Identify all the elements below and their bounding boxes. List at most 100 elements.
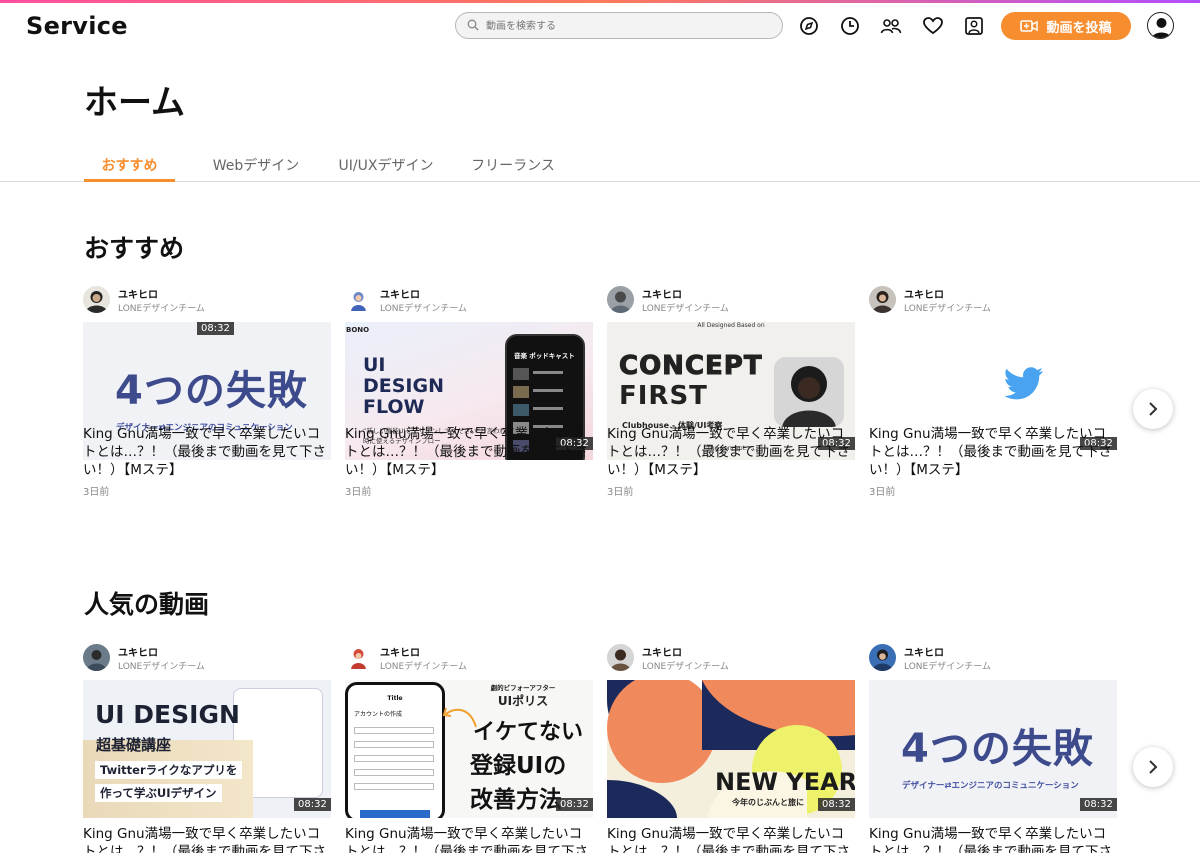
phone-title: Title <box>387 695 403 702</box>
chevron-right-icon <box>1149 402 1158 416</box>
video-card[interactable]: ユキヒロ LONEデザインチーム 4つの失敗 デザイナー⇄エンジニアのコミュニケ… <box>83 284 331 544</box>
tab-uiux-design[interactable]: UI/UXデザイン <box>328 155 444 182</box>
duration-badge: 08:32 <box>197 322 234 335</box>
carousel-next-button[interactable] <box>1133 389 1173 429</box>
author-info: ユキヒロ LONEデザインチーム <box>345 284 593 316</box>
posted-time: 3日前 <box>83 487 110 498</box>
video-title[interactable]: King Gnu満場一致で早く卒業したいコトとは…？！（最後まで動画を見て下さい… <box>869 425 1117 479</box>
search-icon <box>467 19 479 31</box>
author-name[interactable]: ユキヒロ <box>642 644 682 659</box>
author-name[interactable]: ユキヒロ <box>118 644 158 659</box>
twitter-bird-icon <box>1005 367 1043 400</box>
thumbnail-line-3: 改善方法 <box>470 787 562 813</box>
video-title[interactable]: King Gnu満場一致で早く卒業したいコトとは…？！（最後まで動画を見て下さい… <box>83 825 331 853</box>
thumbnail-heading: 4つの失敗 <box>901 726 1094 772</box>
section-title-recommended: おすすめ <box>84 234 185 263</box>
phone-title: 音楽 ポッドキャスト <box>514 352 575 360</box>
portrait-image <box>774 357 844 427</box>
author-name[interactable]: ユキヒロ <box>904 286 944 301</box>
author-info: ユキヒロ LONEデザインチーム <box>607 642 855 674</box>
author-name[interactable]: ユキヒロ <box>642 286 682 301</box>
author-team: LONEデザインチーム <box>380 662 467 672</box>
thumbnail-line-2: 作って学ぶUIデザイン <box>95 784 222 802</box>
author-info: ユキヒロ LONEデザインチーム <box>83 642 331 674</box>
thumbnail-badge-top: 劇的ビフォーアフター <box>490 684 556 692</box>
author-avatar[interactable] <box>869 644 896 671</box>
thumbnail-heading: 4つの失敗 <box>115 368 308 414</box>
author-avatar[interactable] <box>607 286 634 313</box>
search-box[interactable] <box>455 12 783 39</box>
video-card[interactable]: ユキヒロ LONEデザインチーム UI DESIGN 超基礎講座 Twitter… <box>83 642 331 853</box>
video-card[interactable]: ユキヒロ LONEデザインチーム All Designed Based on C… <box>607 284 855 544</box>
profile-icon[interactable] <box>963 15 985 37</box>
duration-badge: 08:32 <box>294 798 331 811</box>
author-info: ユキヒロ LONEデザインチーム <box>869 642 1117 674</box>
duration-badge: 08:32 <box>818 798 855 811</box>
thumbnail-subtext: 超基礎講座 <box>96 736 172 754</box>
author-name[interactable]: ユキヒロ <box>118 286 158 301</box>
tab-freelance[interactable]: フリーランス <box>462 155 564 182</box>
thumbnail-heading: NEW YEAR <box>715 768 855 796</box>
section-title-popular: 人気の動画 <box>84 590 210 619</box>
author-info: ユキヒロ LONEデザインチーム <box>607 284 855 316</box>
video-camera-icon <box>1020 20 1039 32</box>
search-input[interactable] <box>486 17 766 35</box>
video-card[interactable]: ユキヒロ LONEデザインチーム 08:32 King Gnu満場一致で早く卒業… <box>869 284 1117 544</box>
author-avatar[interactable] <box>869 286 896 313</box>
history-icon[interactable] <box>839 15 861 37</box>
thumbnail-subtext: デザイナー⇄エンジニアのコミュニケーション <box>902 781 1079 791</box>
video-title[interactable]: King Gnu満場一致で早く卒業したいコトとは…？！（最後まで動画を見て下さい… <box>607 825 855 853</box>
tab-web-design[interactable]: Webデザイン <box>203 155 309 182</box>
video-title[interactable]: King Gnu満場一致で早く卒業したいコトとは…？！（最後まで動画を見て下さい… <box>345 825 593 853</box>
user-avatar[interactable] <box>1147 12 1174 39</box>
author-avatar[interactable] <box>345 644 372 671</box>
author-team: LONEデザインチーム <box>118 662 205 672</box>
author-name[interactable]: ユキヒロ <box>380 286 420 301</box>
people-icon[interactable] <box>880 15 902 37</box>
author-team: LONEデザインチーム <box>118 304 205 314</box>
thumbnail-heading: UI DESIGN FLOW <box>363 354 445 418</box>
heart-icon[interactable] <box>922 15 944 37</box>
author-info: ユキヒロ LONEデザインチーム <box>345 642 593 674</box>
author-name[interactable]: ユキヒロ <box>380 644 420 659</box>
posted-time: 3日前 <box>869 487 896 498</box>
video-title[interactable]: King Gnu満場一致で早く卒業したいコトとは…？！（最後まで動画を見て下さい… <box>83 425 331 479</box>
author-info: ユキヒロ LONEデザインチーム <box>83 284 331 316</box>
phone-mockup: Title アカウントの作成 <box>345 682 445 818</box>
thumbnail-top-text: All Designed Based on <box>697 322 765 329</box>
form-heading: アカウントの作成 <box>354 711 403 718</box>
author-team: LONEデザインチーム <box>380 304 467 314</box>
carousel-next-button[interactable] <box>1133 747 1173 787</box>
thumbnail-badge: UIポリス <box>497 694 549 708</box>
video-title[interactable]: King Gnu満場一致で早く卒業したいコトとは…？！（最後まで動画を見て下さい… <box>869 825 1117 853</box>
compass-icon[interactable] <box>798 15 820 37</box>
duration-badge: 08:32 <box>1080 798 1117 811</box>
author-avatar[interactable] <box>345 286 372 313</box>
video-card[interactable]: ユキヒロ LONEデザインチーム 4つの失敗 デザイナー⇄エンジニアのコミュニケ… <box>869 642 1117 853</box>
author-avatar[interactable] <box>83 286 110 313</box>
video-card[interactable]: ユキヒロ LONEデザインチーム NEW YEAR 今年のじぶんと旅に 08:3… <box>607 642 855 853</box>
tab-recommended[interactable]: おすすめ <box>84 155 175 182</box>
thumbnail-heading: UI DESIGN <box>95 700 240 729</box>
author-team: LONEデザインチーム <box>904 662 991 672</box>
author-avatar[interactable] <box>607 644 634 671</box>
thumbnail-heading-2: FIRST <box>619 381 708 411</box>
post-video-button[interactable]: 動画を投稿 <box>1001 12 1131 40</box>
thumbnail-heading: CONCEPT <box>619 351 763 381</box>
video-title[interactable]: King Gnu満場一致で早く卒業したいコトとは…？！（最後まで動画を見て下さい… <box>607 425 855 479</box>
author-info: ユキヒロ LONEデザインチーム <box>869 284 1117 316</box>
category-tabs: おすすめ Webデザイン UI/UXデザイン フリーランス <box>0 145 1200 182</box>
author-team: LONEデザインチーム <box>642 304 729 314</box>
author-team: LONEデザインチーム <box>642 662 729 672</box>
author-avatar[interactable] <box>83 644 110 671</box>
logo[interactable]: Service <box>26 12 128 40</box>
video-card[interactable]: ユキヒロ LONEデザインチーム BONO UI DESIGN FLOW “新し… <box>345 284 593 544</box>
video-card[interactable]: ユキヒロ LONEデザインチーム Title アカウントの作成 劇的ビフォーアフ… <box>345 642 593 853</box>
video-title[interactable]: King Gnu満場一致で早く卒業したいコトとは…？！（最後まで動画を見て下さい… <box>345 425 593 479</box>
header: Service 動画を投稿 <box>0 3 1200 49</box>
thumbnail-line-1: イケてない <box>473 720 584 745</box>
posted-time: 3日前 <box>345 487 372 498</box>
chevron-right-icon <box>1149 760 1158 774</box>
post-video-label: 動画を投稿 <box>1046 20 1112 36</box>
author-name[interactable]: ユキヒロ <box>904 644 944 659</box>
